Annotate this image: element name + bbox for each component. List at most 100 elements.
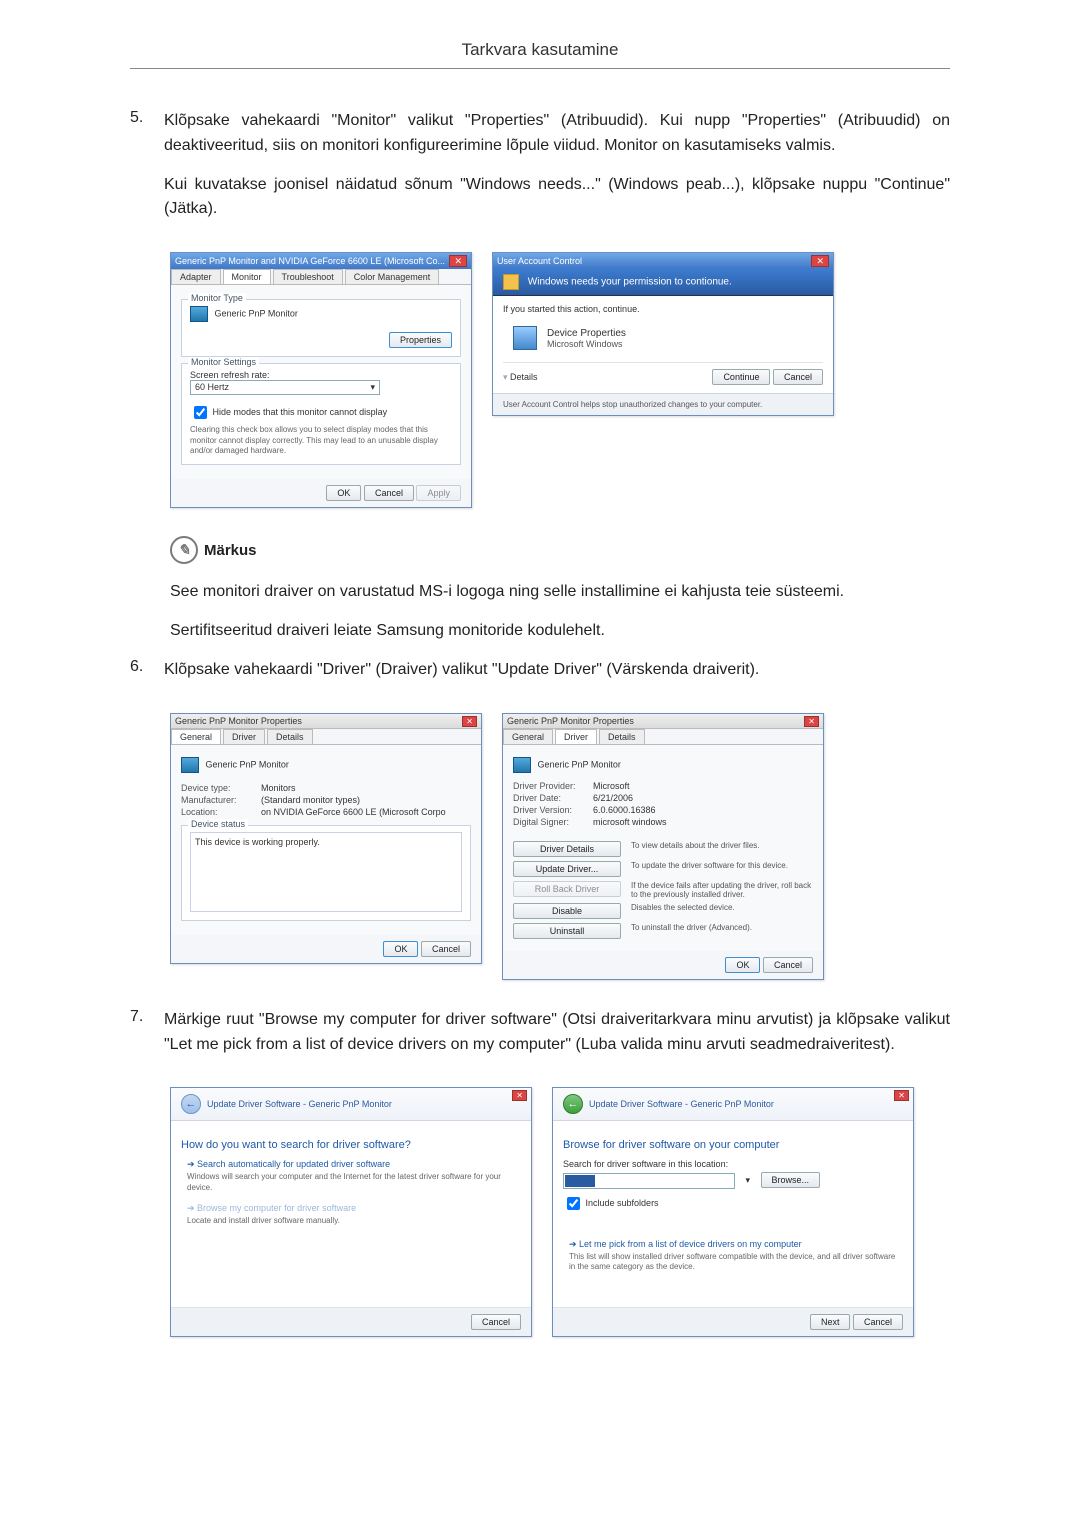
update-driver-wizard-2: ✕ ← Update Driver Software - Generic PnP…	[552, 1087, 914, 1337]
tab-driver[interactable]: Driver	[223, 729, 265, 744]
manufacturer-value: (Standard monitor types)	[261, 795, 471, 805]
apply-button[interactable]: Apply	[416, 485, 461, 501]
device-name: Generic PnP Monitor	[538, 759, 621, 769]
driver-version-value: 6.0.6000.16386	[593, 805, 813, 815]
digital-signer-label: Digital Signer:	[513, 817, 593, 827]
option-pick-list[interactable]: ➔ Let me pick from a list of device driv…	[569, 1239, 903, 1273]
option-browse-sub: Locate and install driver software manua…	[187, 1216, 521, 1226]
step-6-text: Klõpsake vahekaardi "Driver" (Draiver) v…	[164, 658, 950, 683]
uac-stripe-text: Windows needs your permission to contion…	[528, 277, 732, 288]
rollback-driver-desc: If the device fails after updating the d…	[631, 881, 813, 899]
tab-driver[interactable]: Driver	[555, 729, 597, 744]
browse-button[interactable]: Browse...	[761, 1172, 821, 1188]
driver-date-label: Driver Date:	[513, 793, 593, 803]
step-number: 5.	[130, 109, 164, 236]
digital-signer-value: microsoft windows	[593, 817, 813, 827]
close-icon[interactable]: ✕	[462, 716, 477, 727]
tab-general[interactable]: General	[503, 729, 553, 744]
uac-footer-text: User Account Control helps stop unauthor…	[493, 393, 833, 415]
driver-details-desc: To view details about the driver files.	[631, 841, 813, 850]
chevron-down-icon[interactable]: ▾	[503, 372, 508, 382]
continue-button[interactable]: Continue	[712, 369, 770, 385]
disable-button[interactable]: Disable	[513, 903, 621, 919]
monitor-type-legend: Monitor Type	[188, 293, 246, 303]
note-para2: Sertifitseeritud draiveri leiate Samsung…	[170, 619, 950, 644]
option-browse[interactable]: ➔ Browse my computer for driver software…	[187, 1203, 521, 1226]
driver-details-button[interactable]: Driver Details	[513, 841, 621, 857]
uac-details-link[interactable]: Details	[510, 372, 538, 382]
driver-date-value: 6/21/2006	[593, 793, 813, 803]
uac-dialog: User Account Control ✕ Windows needs you…	[492, 252, 834, 416]
step-5-para1: Klõpsake vahekaardi "Monitor" valikut "P…	[164, 109, 950, 159]
ok-button[interactable]: OK	[383, 941, 418, 957]
ok-button[interactable]: OK	[725, 957, 760, 973]
wizard-heading: Browse for driver software on your compu…	[563, 1139, 903, 1151]
update-driver-button[interactable]: Update Driver...	[513, 861, 621, 877]
location-value: on NVIDIA GeForce 6600 LE (Microsoft Cor…	[261, 807, 471, 817]
driver-properties-dialog: Generic PnP Monitor Properties ✕ General…	[502, 713, 824, 980]
driver-version-label: Driver Version:	[513, 805, 593, 815]
tab-general[interactable]: General	[171, 729, 221, 744]
uninstall-button[interactable]: Uninstall	[513, 923, 621, 939]
close-icon[interactable]: ✕	[449, 255, 467, 267]
include-subfolders-label: Include subfolders	[586, 1198, 659, 1208]
next-button[interactable]: Next	[810, 1314, 851, 1330]
monitor-settings-legend: Monitor Settings	[188, 357, 259, 367]
hide-modes-label: Hide modes that this monitor cannot disp…	[213, 407, 388, 417]
disable-desc: Disables the selected device.	[631, 903, 813, 912]
cancel-button[interactable]: Cancel	[421, 941, 471, 957]
rollback-driver-button[interactable]: Roll Back Driver	[513, 881, 621, 897]
note-label: Märkus	[204, 542, 257, 559]
cancel-button[interactable]: Cancel	[853, 1314, 903, 1330]
tab-troubleshoot[interactable]: Troubleshoot	[273, 269, 343, 284]
ok-button[interactable]: OK	[326, 485, 361, 501]
driver-provider-value: Microsoft	[593, 781, 813, 791]
tab-color-management[interactable]: Color Management	[345, 269, 440, 284]
properties-button[interactable]: Properties	[389, 332, 452, 348]
cancel-button[interactable]: Cancel	[471, 1314, 521, 1330]
update-driver-desc: To update the driver software for this d…	[631, 861, 813, 870]
monitor-icon	[190, 306, 208, 322]
option-search-auto-sub: Windows will search your computer and th…	[187, 1172, 521, 1193]
tab-adapter[interactable]: Adapter	[171, 269, 221, 284]
device-name: Generic PnP Monitor	[206, 759, 289, 769]
step-7-text: Märkige ruut "Browse my computer for dri…	[164, 1008, 950, 1058]
close-icon[interactable]: ✕	[804, 716, 819, 727]
wizard-breadcrumb: Update Driver Software - Generic PnP Mon…	[589, 1099, 774, 1109]
step-number: 6.	[130, 658, 164, 697]
wizard-breadcrumb: Update Driver Software - Generic PnP Mon…	[207, 1099, 392, 1109]
tab-details[interactable]: Details	[599, 729, 645, 744]
monitor-type-name: Generic PnP Monitor	[215, 309, 298, 319]
step-number: 7.	[130, 1008, 164, 1072]
step-5-para2: Kui kuvatakse joonisel näidatud sõnum "W…	[164, 173, 950, 223]
device-status-text: This device is working properly.	[190, 832, 462, 912]
path-input[interactable]	[563, 1173, 735, 1189]
uac-ms-windows: Microsoft Windows	[547, 339, 626, 349]
back-icon[interactable]: ←	[563, 1094, 583, 1114]
option-search-auto[interactable]: ➔ Search automatically for updated drive…	[187, 1159, 521, 1193]
close-icon[interactable]: ✕	[894, 1090, 909, 1101]
back-icon[interactable]: ←	[181, 1094, 201, 1114]
cancel-button[interactable]: Cancel	[773, 369, 823, 385]
note-para1: See monitori draiver on varustatud MS-i …	[170, 580, 950, 605]
refresh-rate-select[interactable]: 60 Hertz ▾	[190, 380, 380, 395]
wizard-heading: How do you want to search for driver sof…	[181, 1139, 521, 1151]
step-5: 5. Klõpsake vahekaardi "Monitor" valikut…	[130, 109, 950, 236]
close-icon[interactable]: ✕	[811, 255, 829, 267]
note-heading: ✎ Märkus	[170, 536, 950, 564]
dialog-title: Generic PnP Monitor Properties	[507, 716, 634, 726]
uac-device-properties: Device Properties	[547, 328, 626, 339]
monitor-icon	[181, 757, 199, 773]
tab-details[interactable]: Details	[267, 729, 313, 744]
cancel-button[interactable]: Cancel	[364, 485, 414, 501]
close-icon[interactable]: ✕	[512, 1090, 527, 1101]
cancel-button[interactable]: Cancel	[763, 957, 813, 973]
device-icon	[513, 326, 537, 350]
location-label: Location:	[181, 807, 261, 817]
monitor-icon	[513, 757, 531, 773]
hide-modes-checkbox[interactable]	[194, 406, 207, 419]
search-location-label: Search for driver software in this locat…	[563, 1159, 903, 1169]
include-subfolders-checkbox[interactable]	[567, 1197, 580, 1210]
tab-monitor[interactable]: Monitor	[223, 269, 271, 284]
dialog-title: Generic PnP Monitor and NVIDIA GeForce 6…	[175, 256, 445, 266]
